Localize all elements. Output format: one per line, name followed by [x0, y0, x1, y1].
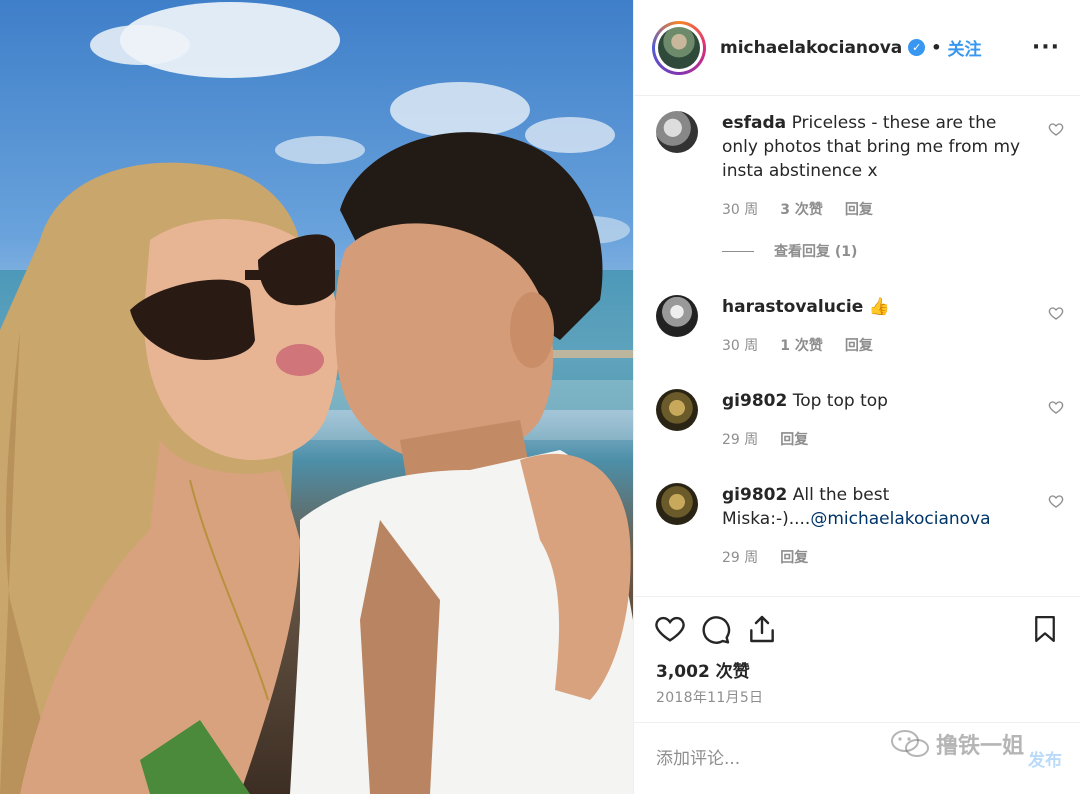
comment-text-block: harastovalucie 👍: [722, 295, 1024, 319]
comment-text-block: esfada Priceless - these are the only ph…: [722, 111, 1024, 183]
save-bookmark-icon[interactable]: [1030, 613, 1060, 645]
comment-username[interactable]: gi9802: [722, 391, 787, 411]
like-comment-heart-icon[interactable]: [1048, 399, 1064, 415]
comment-username[interactable]: harastovalucie: [722, 297, 863, 317]
reply-button[interactable]: 回复: [780, 547, 808, 567]
photo-illustration: [0, 2, 633, 794]
more-options-icon[interactable]: ···: [1032, 35, 1060, 60]
post-photo: [0, 0, 633, 794]
follow-button[interactable]: 关注: [948, 35, 982, 60]
post-actions-area: 3,002 次赞 2018年11月5日: [634, 596, 1080, 721]
comment-bubble-icon[interactable]: [700, 613, 732, 645]
comment-item: esfada Priceless - these are the only ph…: [656, 111, 1064, 261]
comment-time[interactable]: 29 周: [722, 429, 758, 449]
comment-text: Top top top: [792, 391, 888, 411]
likes-count[interactable]: 3,002 次赞: [656, 657, 750, 682]
commenter-avatar[interactable]: [656, 483, 698, 525]
view-replies-button[interactable]: 查看回复 (1): [722, 241, 1064, 261]
commenter-avatar[interactable]: [656, 389, 698, 431]
action-bar: [654, 611, 1060, 647]
add-comment-bar: 发布: [634, 722, 1080, 794]
publish-button[interactable]: 发布: [1028, 746, 1062, 771]
comment-time[interactable]: 30 周: [722, 199, 758, 219]
replies-divider: [722, 250, 754, 252]
comment-meta: 30 周 1 次赞 回复: [722, 335, 1064, 355]
comment-input[interactable]: [656, 748, 1028, 769]
comment-item: harastovalucie 👍 30 周 1 次赞 回复: [656, 295, 1064, 355]
author-username[interactable]: michaelakocianova: [720, 38, 902, 58]
comment-likes[interactable]: 1 次赞: [780, 335, 823, 355]
commenter-avatar[interactable]: [656, 295, 698, 337]
commenter-avatar[interactable]: [656, 111, 698, 153]
header-separator: •: [931, 38, 942, 57]
reply-button[interactable]: 回复: [780, 429, 808, 449]
comments-list[interactable]: esfada Priceless - these are the only ph…: [634, 97, 1080, 596]
comment-item: gi9802 All the best Miska:-)....@michael…: [656, 483, 1064, 567]
comment-meta: 29 周 回复: [722, 547, 1064, 567]
comment-likes[interactable]: 3 次赞: [780, 199, 823, 219]
reply-button[interactable]: 回复: [845, 335, 873, 355]
comment-item: gi9802 Top top top 29 周 回复: [656, 389, 1064, 449]
post-side-panel: michaelakocianova ✓ • 关注 ··· esfada Pric…: [633, 0, 1080, 794]
comment-time[interactable]: 29 周: [722, 547, 758, 567]
like-heart-icon[interactable]: [654, 613, 686, 645]
like-comment-heart-icon[interactable]: [1048, 493, 1064, 509]
comment-text: 👍: [868, 297, 890, 317]
view-replies-label: 查看回复 (1): [774, 244, 858, 260]
like-comment-heart-icon[interactable]: [1048, 121, 1064, 137]
comment-meta: 29 周 回复: [722, 429, 1064, 449]
verified-badge-icon: ✓: [908, 39, 926, 56]
like-comment-heart-icon[interactable]: [1048, 305, 1064, 321]
share-icon[interactable]: [746, 613, 778, 645]
post-header: michaelakocianova ✓ • 关注 ···: [634, 0, 1080, 96]
comment-text-block: gi9802 Top top top: [722, 389, 1024, 413]
author-avatar-image: [658, 26, 700, 69]
comment-username[interactable]: esfada: [722, 113, 786, 133]
comment-text-block: gi9802 All the best Miska:-)....@michael…: [722, 483, 1024, 531]
comment-meta: 30 周 3 次赞 回复: [722, 199, 1064, 219]
comment-time[interactable]: 30 周: [722, 335, 758, 355]
reply-button[interactable]: 回复: [845, 199, 873, 219]
author-avatar[interactable]: [652, 20, 706, 75]
comment-mention-link[interactable]: @michaelakocianova: [810, 509, 990, 529]
post-date: 2018年11月5日: [656, 690, 764, 706]
comment-username[interactable]: gi9802: [722, 485, 787, 505]
